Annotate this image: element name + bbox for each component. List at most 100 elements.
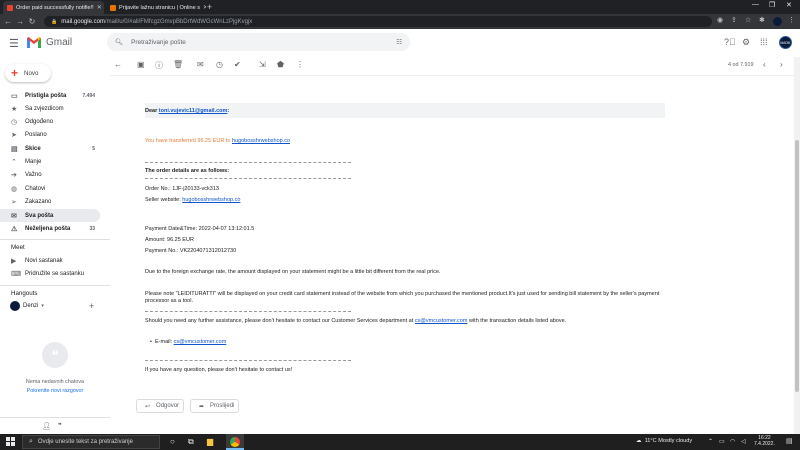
compose-button[interactable]: + Novo: [5, 64, 51, 82]
sidebar-item-count: 5: [92, 145, 95, 152]
windows-start-icon[interactable]: [6, 437, 15, 446]
archive-icon[interactable]: ▣: [137, 60, 145, 69]
forward-button[interactable]: ➦ Proslijedi: [190, 399, 239, 413]
tray-chevron-icon[interactable]: ⌃: [708, 438, 713, 445]
hangouts-user[interactable]: Denzi ▾: [10, 301, 44, 311]
reply-button[interactable]: ↩ Odgovor: [136, 399, 184, 413]
reload-icon[interactable]: ↻: [27, 17, 37, 26]
back-to-list-icon[interactable]: ←: [114, 60, 122, 69]
search-options-icon[interactable]: ☷: [396, 38, 402, 46]
bookmark-star-icon[interactable]: ☆: [745, 16, 751, 24]
meet-heading: Meet: [11, 244, 25, 251]
hangouts-quote-icon[interactable]: ❞: [58, 422, 62, 430]
sidebar-item-drafts[interactable]: ▤ Skice 5: [0, 142, 100, 155]
email-contact-line: • E-mail: cs@vmcustomer.com: [150, 339, 227, 345]
scrollbar-thumb[interactable]: [795, 140, 799, 392]
task-view-icon[interactable]: ⧉: [188, 437, 194, 447]
contact-email-link[interactable]: cs@vmcustomer.com: [174, 339, 227, 345]
taskbar-search-placeholder: Ovdje unesite tekst za pretraživanje: [37, 439, 133, 445]
chevron-down-icon: ▾: [41, 303, 44, 309]
seller-website-link[interactable]: hugobosshrwebshop.co: [182, 197, 240, 203]
sidebar-item-less[interactable]: ⌃ Manje: [0, 155, 100, 168]
close-tab-icon[interactable]: ✕: [203, 4, 206, 11]
start-new-chat-link[interactable]: Pokrenite novi razgovor: [0, 388, 110, 394]
report-spam-icon[interactable]: ⓘ: [155, 60, 163, 71]
older-chevron-icon[interactable]: ›: [780, 60, 783, 69]
merchant-link[interactable]: hugobosshrwebshop.co: [232, 138, 290, 144]
extension-icon[interactable]: ◉: [717, 16, 723, 24]
newer-chevron-icon[interactable]: ‹: [763, 60, 766, 69]
network-icon[interactable]: ▭: [719, 438, 725, 445]
sidebar-item-new-meeting[interactable]: ▶ Novi sastanak: [0, 254, 100, 267]
taskbar-search-input[interactable]: ⌕ Ovdje unesite tekst za pretraživanje: [22, 435, 160, 449]
puzzle-icon[interactable]: ✱: [759, 16, 765, 24]
mark-unread-icon[interactable]: ✉: [197, 60, 204, 69]
important-icon: ➔: [11, 171, 17, 179]
sidebar-item-important[interactable]: ➔ Važno: [0, 168, 100, 181]
help-icon[interactable]: ?⃝: [724, 37, 736, 47]
file-explorer-icon[interactable]: ▆: [207, 437, 213, 446]
browser-tab-active[interactable]: Order paid successfully notifie!! ✕: [3, 1, 104, 14]
forward-icon[interactable]: →: [15, 17, 25, 26]
sidebar-item-label: Skice: [25, 145, 41, 152]
sidebar-item-all-mail[interactable]: ✉ Sva pošta: [0, 209, 100, 222]
sidebar-item-spam[interactable]: ⚠ Neželjena pošta 33: [0, 222, 100, 235]
snooze-icon[interactable]: ◷: [216, 60, 223, 69]
back-icon[interactable]: ←: [3, 17, 13, 26]
sidebar-item-inbox[interactable]: ▭ Pristigla pošta 7.494: [0, 89, 100, 102]
maximize-icon[interactable]: ❐: [769, 1, 775, 9]
chat-bubble-icon: ❝: [42, 342, 68, 368]
sidebar-item-snoozed[interactable]: ◷ Odgođeno: [0, 115, 100, 128]
taskbar-clock[interactable]: 16:22 7.4.2022.: [754, 435, 775, 447]
sidebar-divider: [0, 239, 110, 240]
support-email-link[interactable]: cs@vmcustomer.com: [415, 318, 468, 324]
pagination-text: 4 od 7.919: [728, 62, 754, 68]
share-icon[interactable]: ⇪: [731, 16, 737, 24]
profile-avatar-icon[interactable]: [773, 17, 782, 26]
tab-title: Prijavite lažnu stranicu | Online s: [119, 4, 201, 11]
volume-icon[interactable]: ◁: [741, 438, 746, 445]
browser-menu-icon[interactable]: ⋮: [788, 16, 795, 24]
search-input[interactable]: 🔍︎ Pretraživanje pošte ☷: [107, 33, 410, 51]
new-chat-plus-icon[interactable]: +: [89, 301, 94, 311]
close-tab-icon[interactable]: ✕: [97, 4, 102, 11]
move-to-icon[interactable]: ⇲: [259, 60, 266, 69]
browser-tab[interactable]: Prijavite lažnu stranicu | Online s ✕: [106, 1, 206, 14]
cortana-icon[interactable]: ○: [170, 437, 175, 446]
sidebar-divider: [0, 285, 110, 286]
weather-widget[interactable]: ☁ 11°C Mostly cloudy: [636, 438, 692, 444]
sidebar-item-sent[interactable]: ➤ Poslano: [0, 128, 100, 141]
sidebar-item-chats[interactable]: ◍ Chatovi: [0, 182, 100, 195]
dashed-divider: [145, 178, 351, 179]
delete-icon[interactable]: 🗑︎: [173, 60, 183, 69]
star-icon: ★: [11, 105, 18, 113]
notifications-icon[interactable]: ▤: [786, 437, 793, 445]
search-icon[interactable]: 🔍︎: [115, 38, 123, 46]
minimize-icon[interactable]: —: [752, 1, 759, 8]
clock-date: 7.4.2022.: [754, 441, 775, 447]
plus-icon: +: [11, 66, 19, 80]
recipient-email-link[interactable]: toni.vujevic11@gmail.com: [159, 108, 228, 114]
main-menu-icon[interactable]: ☰: [9, 37, 19, 50]
no-recent-chats-text: Nema nedavnih chatova: [25, 379, 85, 385]
dashed-divider: [145, 162, 351, 163]
close-window-icon[interactable]: ✕: [786, 1, 792, 9]
spam-icon: ⚠: [11, 225, 18, 233]
more-options-icon[interactable]: ⋮: [296, 60, 304, 69]
settings-gear-icon[interactable]: ⚙: [742, 37, 750, 48]
person-icon[interactable]: 👤︎: [42, 422, 51, 430]
sidebar-item-starred[interactable]: ★ Sa zvjezdicom: [0, 102, 100, 115]
sidebar-item-scheduled[interactable]: ➢ Zakazano: [0, 195, 100, 208]
payment-number: Payment No.: VK2204071312012730: [145, 248, 237, 254]
label-icon[interactable]: ⬟: [277, 60, 284, 69]
new-tab-icon[interactable]: +: [207, 2, 212, 12]
url-field[interactable]: 🔒 mail.google.com/mail/u/0/#all/FMfcgzGm…: [44, 16, 712, 27]
gmail-logo[interactable]: Gmail: [26, 36, 72, 48]
greeting-suffix: :: [227, 108, 230, 114]
add-task-icon[interactable]: ✔: [234, 60, 241, 69]
sidebar-item-join-meeting[interactable]: ⌨ Pridružite se sastanku: [0, 267, 100, 280]
message-body: Dear toni.vujevic11@gmail.com: You have …: [110, 75, 794, 425]
account-avatar[interactable]: IMOK: [779, 36, 792, 49]
apps-grid-icon[interactable]: ⁞⁞⁞: [760, 37, 768, 47]
wifi-icon[interactable]: ◠: [730, 438, 735, 445]
